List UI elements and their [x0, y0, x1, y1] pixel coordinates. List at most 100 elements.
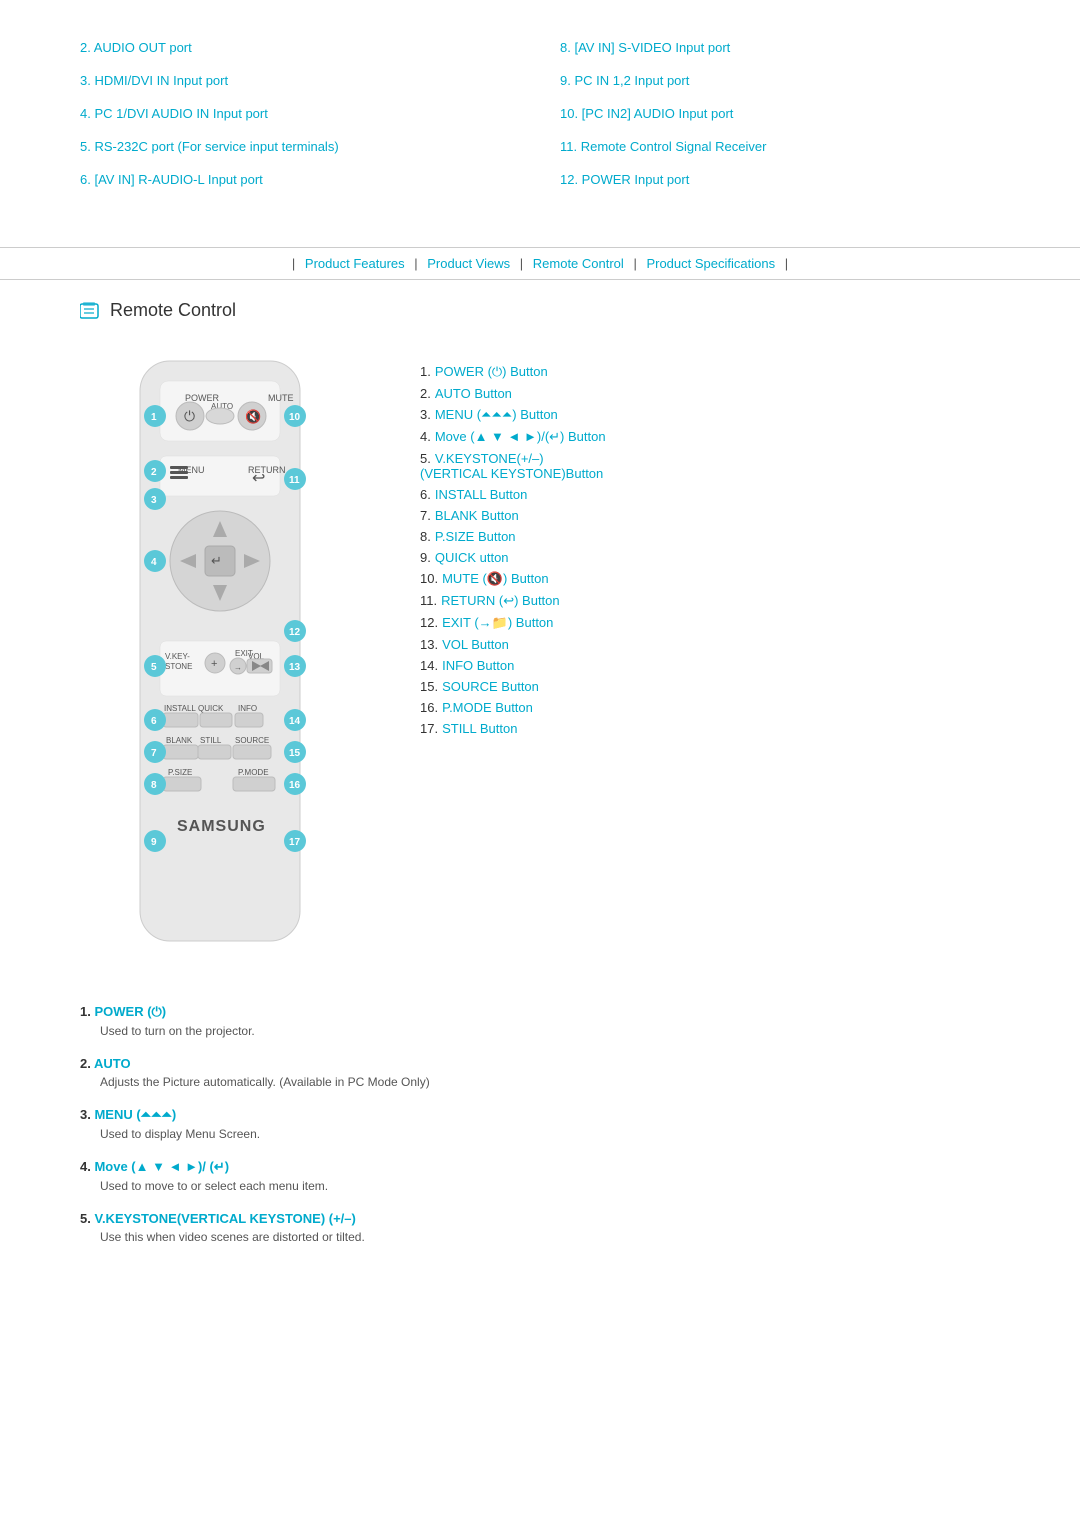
nav-separator-right: |	[785, 256, 788, 271]
desc-text: Used to turn on the projector.	[80, 1024, 1000, 1038]
nav-separator-left: |	[292, 256, 295, 271]
section-header: Remote Control	[0, 280, 1080, 331]
desc-highlight: AUTO	[94, 1056, 131, 1071]
desc-title: 2. AUTO	[80, 1056, 1000, 1071]
svg-text:17: 17	[289, 837, 301, 848]
button-list-item: 16.P.MODE Button	[420, 697, 1020, 718]
svg-text:11: 11	[289, 475, 300, 486]
section-title: Remote Control	[110, 300, 236, 321]
description-item: 1. POWER (⏻) Used to turn on the project…	[80, 1004, 1000, 1038]
svg-text:5: 5	[151, 662, 157, 673]
svg-text:SAMSUNG: SAMSUNG	[177, 818, 266, 835]
desc-highlight: Move (▲ ▼ ◄ ►)/ (↵)	[94, 1159, 229, 1174]
svg-text:P.SIZE: P.SIZE	[168, 768, 192, 777]
svg-text:3: 3	[151, 495, 157, 506]
remote-image-container: POWER MUTE AUTO ⏻ 🔇 MENU RETURN ↩	[80, 351, 380, 974]
port-item: 12. POWER Input port	[560, 172, 1000, 187]
port-item: 9. PC IN 1,2 Input port	[560, 73, 1000, 88]
button-list-item: 12.EXIT (→📁) Button	[420, 612, 1020, 634]
port-item: 11. Remote Control Signal Receiver	[560, 139, 1000, 154]
svg-text:BLANK: BLANK	[166, 736, 193, 745]
desc-highlight: MENU (⏶⏶⏶)	[94, 1107, 176, 1122]
nav-remote-control[interactable]: Remote Control	[533, 256, 624, 271]
svg-text:→: →	[234, 663, 242, 672]
button-list: 1.POWER (⏻) Button2.AUTO Button3.MENU (⏶…	[420, 351, 1020, 974]
main-content: POWER MUTE AUTO ⏻ 🔇 MENU RETURN ↩	[0, 331, 1080, 994]
svg-text:INFO: INFO	[238, 704, 257, 713]
svg-text:⏻: ⏻	[184, 408, 195, 424]
svg-text:MUTE: MUTE	[268, 393, 294, 403]
svg-text:🔇: 🔇	[245, 409, 261, 424]
svg-text:15: 15	[289, 748, 301, 759]
svg-text:16: 16	[289, 780, 301, 791]
button-list-item: 9.QUICK utton	[420, 547, 1020, 568]
desc-num: 2.	[80, 1056, 91, 1071]
desc-text: Used to display Menu Screen.	[80, 1127, 1000, 1141]
button-list-item: 11.RETURN (↩) Button	[420, 590, 1020, 612]
button-list-item: 4.Move (▲ ▼ ◄ ►)/(↵) Button	[420, 426, 1020, 448]
button-list-item: 15.SOURCE Button	[420, 676, 1020, 697]
svg-text:STILL: STILL	[200, 736, 222, 745]
svg-text:SOURCE: SOURCE	[235, 736, 269, 745]
svg-text:8: 8	[151, 780, 157, 791]
svg-text:+: +	[211, 658, 217, 670]
svg-text:↩: ↩	[252, 470, 265, 487]
description-item: 2. AUTO Adjusts the Picture automaticall…	[80, 1056, 1000, 1089]
nav-sep-2: |	[520, 256, 523, 271]
desc-highlight: V.KEYSTONE(VERTICAL KEYSTONE) (+/–)	[94, 1211, 355, 1226]
description-section: 1. POWER (⏻) Used to turn on the project…	[0, 994, 1080, 1282]
desc-num: 1.	[80, 1004, 91, 1019]
desc-text: Used to move to or select each menu item…	[80, 1179, 1000, 1193]
button-list-item: 2.AUTO Button	[420, 383, 1020, 404]
desc-title: 3. MENU (⏶⏶⏶)	[80, 1107, 1000, 1123]
port-item: 8. [AV IN] S-VIDEO Input port	[560, 40, 1000, 55]
remote-control-section-icon	[80, 302, 102, 320]
button-list-item: 6.INSTALL Button	[420, 484, 1020, 505]
desc-title: 1. POWER (⏻)	[80, 1004, 1000, 1020]
button-list-item: 10.MUTE (🔇) Button	[420, 568, 1020, 590]
remote-control-svg: POWER MUTE AUTO ⏻ 🔇 MENU RETURN ↩	[80, 351, 360, 971]
svg-text:↵: ↵	[211, 553, 222, 568]
desc-num: 4.	[80, 1159, 91, 1174]
nav-product-features[interactable]: Product Features	[305, 256, 405, 271]
svg-text:INSTALL: INSTALL	[164, 704, 196, 713]
port-item: 3. HDMI/DVI IN Input port	[80, 73, 520, 88]
button-list-item: 14.INFO Button	[420, 655, 1020, 676]
desc-highlight: POWER (⏻)	[94, 1004, 166, 1019]
svg-text:1: 1	[151, 412, 157, 423]
nav-product-views[interactable]: Product Views	[427, 256, 510, 271]
port-item: 4. PC 1/DVI AUDIO IN Input port	[80, 106, 520, 121]
button-list-item: 13.VOL Button	[420, 634, 1020, 655]
svg-text:QUICK: QUICK	[198, 704, 224, 713]
nav-bar: | Product Features | Product Views | Rem…	[0, 247, 1080, 280]
button-list-item: 8.P.SIZE Button	[420, 526, 1020, 547]
svg-text:10: 10	[289, 412, 301, 423]
description-item: 3. MENU (⏶⏶⏶) Used to display Menu Scree…	[80, 1107, 1000, 1141]
svg-text:9: 9	[151, 837, 157, 848]
button-list-item: 17.STILL Button	[420, 718, 1020, 739]
svg-text:12: 12	[289, 627, 301, 638]
desc-text: Adjusts the Picture automatically. (Avai…	[80, 1075, 1000, 1089]
button-list-item: 7.BLANK Button	[420, 505, 1020, 526]
button-list-item: 5.V.KEYSTONE(+/–) (VERTICAL KEYSTONE)But…	[420, 448, 1020, 484]
desc-title: 4. Move (▲ ▼ ◄ ►)/ (↵)	[80, 1159, 1000, 1175]
port-grid: 2. AUDIO OUT port 8. [AV IN] S-VIDEO Inpu…	[80, 40, 1000, 187]
desc-num: 5.	[80, 1211, 91, 1226]
svg-text:4: 4	[151, 557, 157, 568]
nav-product-specifications[interactable]: Product Specifications	[646, 256, 775, 271]
port-item: 6. [AV IN] R-AUDIO-L Input port	[80, 172, 520, 187]
port-list-section: 2. AUDIO OUT port 8. [AV IN] S-VIDEO Inpu…	[0, 0, 1080, 217]
svg-text:P.MODE: P.MODE	[238, 768, 269, 777]
port-item: 10. [PC IN2] AUDIO Input port	[560, 106, 1000, 121]
svg-text:13: 13	[289, 662, 301, 673]
port-item: 2. AUDIO OUT port	[80, 40, 520, 55]
svg-text:14: 14	[289, 716, 301, 727]
description-item: 4. Move (▲ ▼ ◄ ►)/ (↵) Used to move to o…	[80, 1159, 1000, 1193]
svg-text:6: 6	[151, 716, 157, 727]
button-list-item: 3.MENU (⏶⏶⏶) Button	[420, 404, 1020, 426]
nav-sep-3: |	[633, 256, 636, 271]
svg-text:7: 7	[151, 748, 157, 759]
svg-text:V.KEY-: V.KEY-	[165, 652, 190, 661]
nav-sep-1: |	[414, 256, 417, 271]
desc-num: 3.	[80, 1107, 91, 1122]
